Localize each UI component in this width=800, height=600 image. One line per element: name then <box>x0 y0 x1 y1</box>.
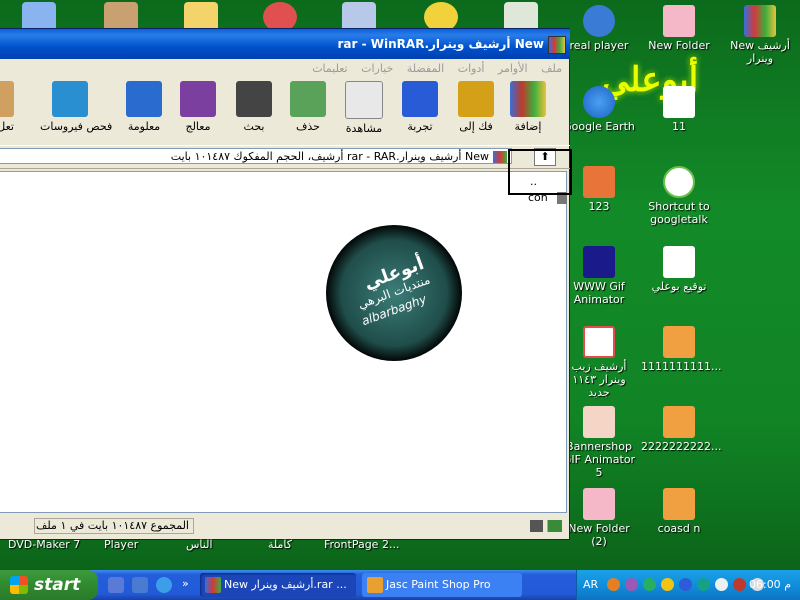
desktop-icon-bannershop[interactable]: Bannershop GIF Animator 5 <box>561 406 637 479</box>
image-file-icon <box>663 488 695 520</box>
desktop-icon-1111[interactable]: 1111111111... <box>641 326 721 373</box>
folder-icon <box>663 5 695 37</box>
quicklaunch-app-icon[interactable] <box>108 577 124 593</box>
winrar-icon <box>205 577 221 593</box>
quicklaunch-media-icon[interactable] <box>132 577 148 593</box>
label-frontpage[interactable]: FrontPage 2... <box>324 538 399 551</box>
menu-tools[interactable]: أدوات <box>458 59 485 79</box>
desktop-icon-gif-animator[interactable]: WWW Gif Animator <box>561 246 637 306</box>
desktop-icon-new-folder[interactable]: New Folder <box>641 5 717 52</box>
image-file-icon <box>663 406 695 438</box>
title-bar[interactable]: New أرشيف وينرار.rar - WinRAR <box>0 29 570 59</box>
menu-favorites[interactable]: المفضلة <box>407 59 444 79</box>
label-alnas[interactable]: الناس <box>186 538 213 551</box>
comment-icon <box>0 81 14 117</box>
folder-icon <box>583 488 615 520</box>
task-winrar[interactable]: New أرشيف وينرار.rar ... <box>200 573 356 597</box>
bannershop-icon <box>583 406 615 438</box>
add-button[interactable]: إضافة <box>502 81 554 133</box>
menu-commands[interactable]: الأوامر <box>498 59 528 79</box>
winrar-icon <box>548 36 566 54</box>
test-icon <box>402 81 438 117</box>
wizard-icon <box>180 81 216 117</box>
desktop-icon-googletalk[interactable]: Shortcut to googletalk <box>641 166 717 226</box>
media-file-icon <box>663 246 695 278</box>
language-indicator[interactable]: AR <box>583 578 598 591</box>
view-button[interactable]: مشاهدة <box>338 81 390 135</box>
desktop-icon-rar-archive[interactable]: New أرشيف وينرار <box>722 5 798 65</box>
test-button[interactable]: تجربة <box>394 81 446 133</box>
task-paint-shop-pro[interactable]: Jasc Paint Shop Pro <box>362 573 522 597</box>
delete-button[interactable]: حذف <box>282 81 334 133</box>
desktop-label-row: DVD-Maker 7 Player الناس كاملة FrontPage… <box>0 538 800 554</box>
desktop-icon-11[interactable]: 11 <box>641 86 717 133</box>
desktop-icon-coasd[interactable]: coasd n <box>641 488 717 535</box>
desktop-icon-real-player[interactable]: real player <box>561 5 637 52</box>
status-text: المجموع ١٠١٤٨٧ بايت في ١ ملف <box>34 518 194 534</box>
menu-help[interactable]: تعليمات <box>312 59 347 79</box>
add-archive-icon <box>510 81 546 117</box>
tray-icon-2[interactable] <box>625 578 638 591</box>
rar-icon <box>493 151 507 163</box>
googletalk-icon <box>663 166 695 198</box>
info-button[interactable]: معلومة <box>118 81 170 133</box>
desktop-icon-signature[interactable]: توقيع بوعلي <box>641 246 717 293</box>
status-bar: المجموع ١٠١٤٨٧ بايت في ١ ملف <box>0 515 570 537</box>
label-dvd-maker[interactable]: DVD-Maker 7 <box>8 538 80 551</box>
address-text: New أرشيف وينرار.rar - RAR أرشيف، الحجم … <box>170 150 489 163</box>
tray-icon-8[interactable] <box>733 578 746 591</box>
virus-scan-icon <box>52 81 88 117</box>
archive-icon <box>583 326 615 358</box>
document-icon <box>663 86 695 118</box>
start-button[interactable]: start <box>0 570 98 600</box>
info-icon <box>126 81 162 117</box>
winrar-icon <box>744 5 776 37</box>
view-book-icon <box>345 81 383 119</box>
system-tray: AR 06:00 م <box>576 570 800 600</box>
desktop-icon-zip-archive[interactable]: أرشيف زيب وينرار ١١٤٣ جديد <box>561 326 637 399</box>
internet-explorer-icon[interactable] <box>156 577 172 593</box>
taskbar: start » New أرشيف وينرار.rar ... Jasc Pa… <box>0 570 800 600</box>
extract-to-button[interactable]: فك إلى <box>450 81 502 133</box>
recycle-bin-icon <box>290 81 326 117</box>
find-button[interactable]: بحث <box>228 81 280 133</box>
file-list[interactable]: .. con <box>0 171 568 513</box>
tray-icon-4[interactable] <box>661 578 674 591</box>
image-file-icon <box>663 326 695 358</box>
paint-shop-pro-icon <box>367 577 383 593</box>
google-earth-icon <box>583 86 615 118</box>
wizard-button[interactable]: معالج <box>172 81 224 133</box>
address-field[interactable]: New أرشيف وينرار.rar - RAR أرشيف، الحجم … <box>0 148 512 164</box>
tray-icon-1[interactable] <box>607 578 620 591</box>
menu-options[interactable]: خيارات <box>361 59 393 79</box>
menu-file[interactable]: ملف <box>541 59 562 79</box>
desktop-icon-2222[interactable]: 2222222222... <box>641 406 721 453</box>
winrar-window: New أرشيف وينرار.rar - WinRAR ملف الأوام… <box>0 28 570 540</box>
png-file-icon <box>583 166 615 198</box>
bluetooth-icon[interactable] <box>679 578 692 591</box>
real-player-icon <box>583 5 615 37</box>
binoculars-icon <box>236 81 272 117</box>
desktop-icon-google-earth[interactable]: Google Earth <box>561 86 637 133</box>
toolbar: إضافة فك إلى تجربة مشاهدة حذف بحث معالج <box>0 79 570 141</box>
quicklaunch-arrow-icon[interactable]: » <box>182 577 192 593</box>
comment-button[interactable]: تعل <box>0 81 14 133</box>
windows-flag-icon <box>10 576 28 594</box>
address-bar: New أرشيف وينرار.rar - RAR أرشيف، الحجم … <box>0 145 570 169</box>
clock[interactable]: 06:00 م <box>749 578 791 591</box>
key-icon <box>530 520 562 532</box>
tray-icon-7[interactable] <box>715 578 728 591</box>
extract-folder-icon <box>458 81 494 117</box>
label-kamla[interactable]: كاملة <box>268 538 292 551</box>
tray-icon-6[interactable] <box>697 578 710 591</box>
tray-icon-3[interactable] <box>643 578 656 591</box>
signature-badge: أبوعلي منتديات البرهي albarbaghy <box>326 225 462 361</box>
label-player[interactable]: Player <box>104 538 138 551</box>
menu-bar: ملف الأوامر أدوات المفضلة خيارات تعليمات <box>0 59 570 79</box>
virus-scan-button[interactable]: فحص فيروسات <box>40 81 112 133</box>
window-title: New أرشيف وينرار.rar - WinRAR <box>337 37 545 51</box>
gif-animator-icon <box>583 246 615 278</box>
selection-rectangle <box>508 149 572 195</box>
